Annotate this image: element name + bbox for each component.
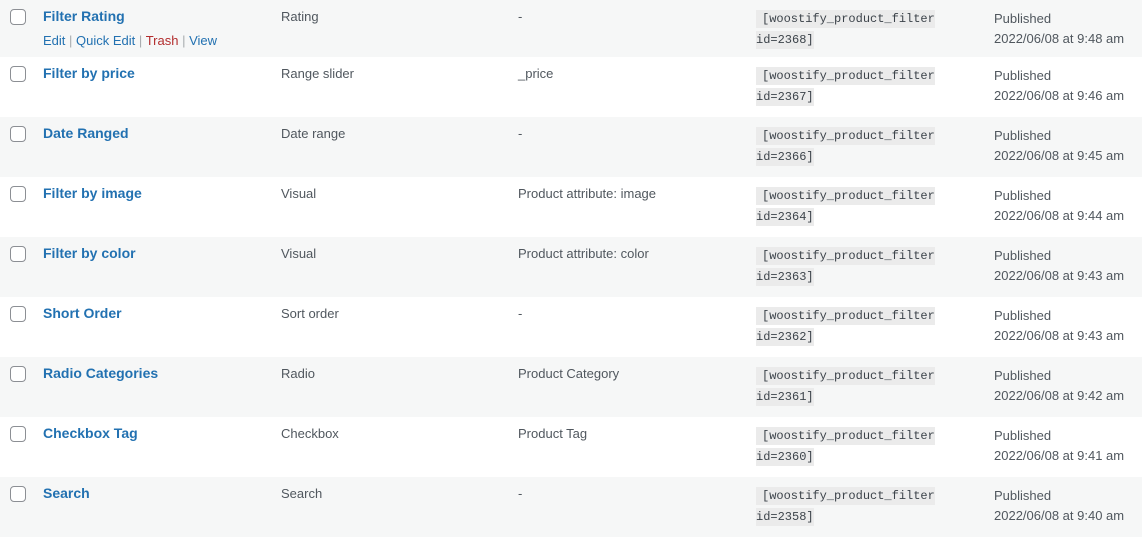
- publish-info: Published 2022/06/08 at 9:40 am: [994, 486, 1124, 526]
- shortcode-text: [woostify_product_filter id=2367]: [756, 67, 935, 106]
- date: 2022/06/08 at 9:48 am: [994, 31, 1125, 46]
- status: Published: [994, 368, 1052, 383]
- filter-type: Checkbox: [281, 426, 339, 441]
- table-row: Radio Categories Radio Product Category […: [0, 357, 1142, 417]
- table-row: Filter by image Visual Product attribute:…: [0, 177, 1142, 237]
- table-row: Checkbox Tag Checkbox Product Tag [woosti…: [0, 417, 1142, 477]
- date: 2022/06/08 at 9:44 am: [994, 208, 1125, 223]
- shortcode-text: [woostify_product_filter id=2363]: [756, 247, 935, 286]
- row-checkbox[interactable]: [10, 426, 26, 442]
- filter-type: Visual: [281, 246, 317, 261]
- shortcode-text: [woostify_product_filter id=2360]: [756, 427, 935, 466]
- filter-source: Product Tag: [518, 426, 588, 441]
- filter-title-link[interactable]: Filter by color: [43, 245, 136, 261]
- filter-title-link[interactable]: Date Ranged: [43, 125, 129, 141]
- quick-edit-link[interactable]: Quick Edit: [76, 33, 135, 48]
- shortcode-text: [woostify_product_filter id=2362]: [756, 307, 935, 346]
- status: Published: [994, 428, 1052, 443]
- filter-title-link[interactable]: Filter by image: [43, 185, 142, 201]
- shortcode-text: [woostify_product_filter id=2358]: [756, 487, 935, 526]
- table-row: Filter by color Visual Product attribute:…: [0, 237, 1142, 297]
- filter-type: Search: [281, 486, 323, 501]
- filter-type: Range slider: [281, 66, 354, 81]
- filter-type: Sort order: [281, 306, 339, 321]
- table-row: Filter by price Range slider _price [woos…: [0, 57, 1142, 117]
- publish-info: Published 2022/06/08 at 9:44 am: [994, 186, 1124, 226]
- date: 2022/06/08 at 9:46 am: [994, 88, 1125, 103]
- filter-source: -: [518, 306, 523, 321]
- status: Published: [994, 308, 1052, 323]
- date: 2022/06/08 at 9:43 am: [994, 268, 1125, 283]
- filter-source: Product Category: [518, 366, 620, 381]
- row-checkbox[interactable]: [10, 186, 26, 202]
- shortcode: [woostify_product_filter id=2367]: [756, 65, 940, 107]
- filter-title-link[interactable]: Short Order: [43, 305, 122, 321]
- shortcode-text: [woostify_product_filter id=2366]: [756, 127, 935, 166]
- filter-type: Rating: [281, 9, 319, 24]
- status: Published: [994, 68, 1052, 83]
- shortcode: [woostify_product_filter id=2361]: [756, 365, 940, 407]
- row-checkbox[interactable]: [10, 486, 26, 502]
- shortcode: [woostify_product_filter id=2358]: [756, 485, 940, 527]
- row-checkbox[interactable]: [10, 66, 26, 82]
- table-row: Short Order Sort order - [woostify_produc…: [0, 297, 1142, 357]
- filter-source: -: [518, 126, 523, 141]
- separator: |: [182, 33, 186, 48]
- shortcode-text: [woostify_product_filter id=2361]: [756, 367, 935, 406]
- filter-source: Product attribute: image: [518, 186, 657, 201]
- status: Published: [994, 188, 1052, 203]
- publish-info: Published 2022/06/08 at 9:46 am: [994, 66, 1124, 106]
- shortcode: [woostify_product_filter id=2368]: [756, 8, 940, 50]
- separator: |: [69, 33, 73, 48]
- row-checkbox[interactable]: [10, 306, 26, 322]
- row-actions: Edit | Quick Edit | Trash | View: [43, 33, 217, 48]
- date: 2022/06/08 at 9:41 am: [994, 448, 1125, 463]
- table-row: Filter Rating Edit | Quick Edit | Trash |…: [0, 0, 1142, 57]
- status: Published: [994, 488, 1052, 503]
- edit-link[interactable]: Edit: [43, 33, 65, 48]
- publish-info: Published 2022/06/08 at 9:43 am: [994, 306, 1124, 346]
- shortcode-text: [woostify_product_filter id=2364]: [756, 187, 935, 226]
- table-row: Search Search - [woostify_product_filter …: [0, 477, 1142, 537]
- date: 2022/06/08 at 9:40 am: [994, 508, 1125, 523]
- row-checkbox[interactable]: [10, 126, 26, 142]
- separator: |: [138, 33, 143, 48]
- trash-link[interactable]: Trash: [146, 33, 179, 48]
- filter-type: Date range: [281, 126, 346, 141]
- filter-source: -: [518, 486, 523, 501]
- filter-title-link[interactable]: Filter Rating: [43, 8, 125, 24]
- shortcode-text: [woostify_product_filter id=2368]: [756, 10, 935, 49]
- filter-title-link[interactable]: Filter by price: [43, 65, 135, 81]
- filter-type: Visual: [281, 186, 317, 201]
- table-row: Date Ranged Date range - [woostify_produc…: [0, 117, 1142, 177]
- date: 2022/06/08 at 9:45 am: [994, 148, 1125, 163]
- view-link[interactable]: View: [189, 33, 217, 48]
- status: Published: [994, 248, 1052, 263]
- publish-info: Published 2022/06/08 at 9:42 am: [994, 366, 1124, 406]
- publish-info: Published 2022/06/08 at 9:41 am: [994, 426, 1124, 466]
- filter-source: _price: [518, 66, 554, 81]
- shortcode: [woostify_product_filter id=2362]: [756, 305, 940, 347]
- shortcode: [woostify_product_filter id=2366]: [756, 125, 940, 167]
- date: 2022/06/08 at 9:43 am: [994, 328, 1125, 343]
- row-checkbox[interactable]: [10, 246, 26, 262]
- status: Published: [994, 128, 1052, 143]
- publish-info: Published 2022/06/08 at 9:48 am: [994, 9, 1124, 49]
- filter-type: Radio: [281, 366, 315, 381]
- publish-info: Published 2022/06/08 at 9:43 am: [994, 246, 1124, 286]
- filter-source: Product attribute: color: [518, 246, 649, 261]
- publish-info: Published 2022/06/08 at 9:45 am: [994, 126, 1124, 166]
- filters-table: Filter Rating Edit | Quick Edit | Trash |…: [0, 0, 1142, 537]
- row-checkbox[interactable]: [10, 366, 26, 382]
- row-checkbox[interactable]: [10, 9, 26, 25]
- filter-source: -: [518, 9, 523, 24]
- status: Published: [994, 11, 1052, 26]
- shortcode: [woostify_product_filter id=2363]: [756, 245, 940, 287]
- shortcode: [woostify_product_filter id=2364]: [756, 185, 940, 227]
- shortcode: [woostify_product_filter id=2360]: [756, 425, 940, 467]
- date: 2022/06/08 at 9:42 am: [994, 388, 1125, 403]
- filter-title-link[interactable]: Radio Categories: [43, 365, 158, 381]
- filter-title-link[interactable]: Checkbox Tag: [43, 425, 138, 441]
- filter-title-link[interactable]: Search: [43, 485, 90, 501]
